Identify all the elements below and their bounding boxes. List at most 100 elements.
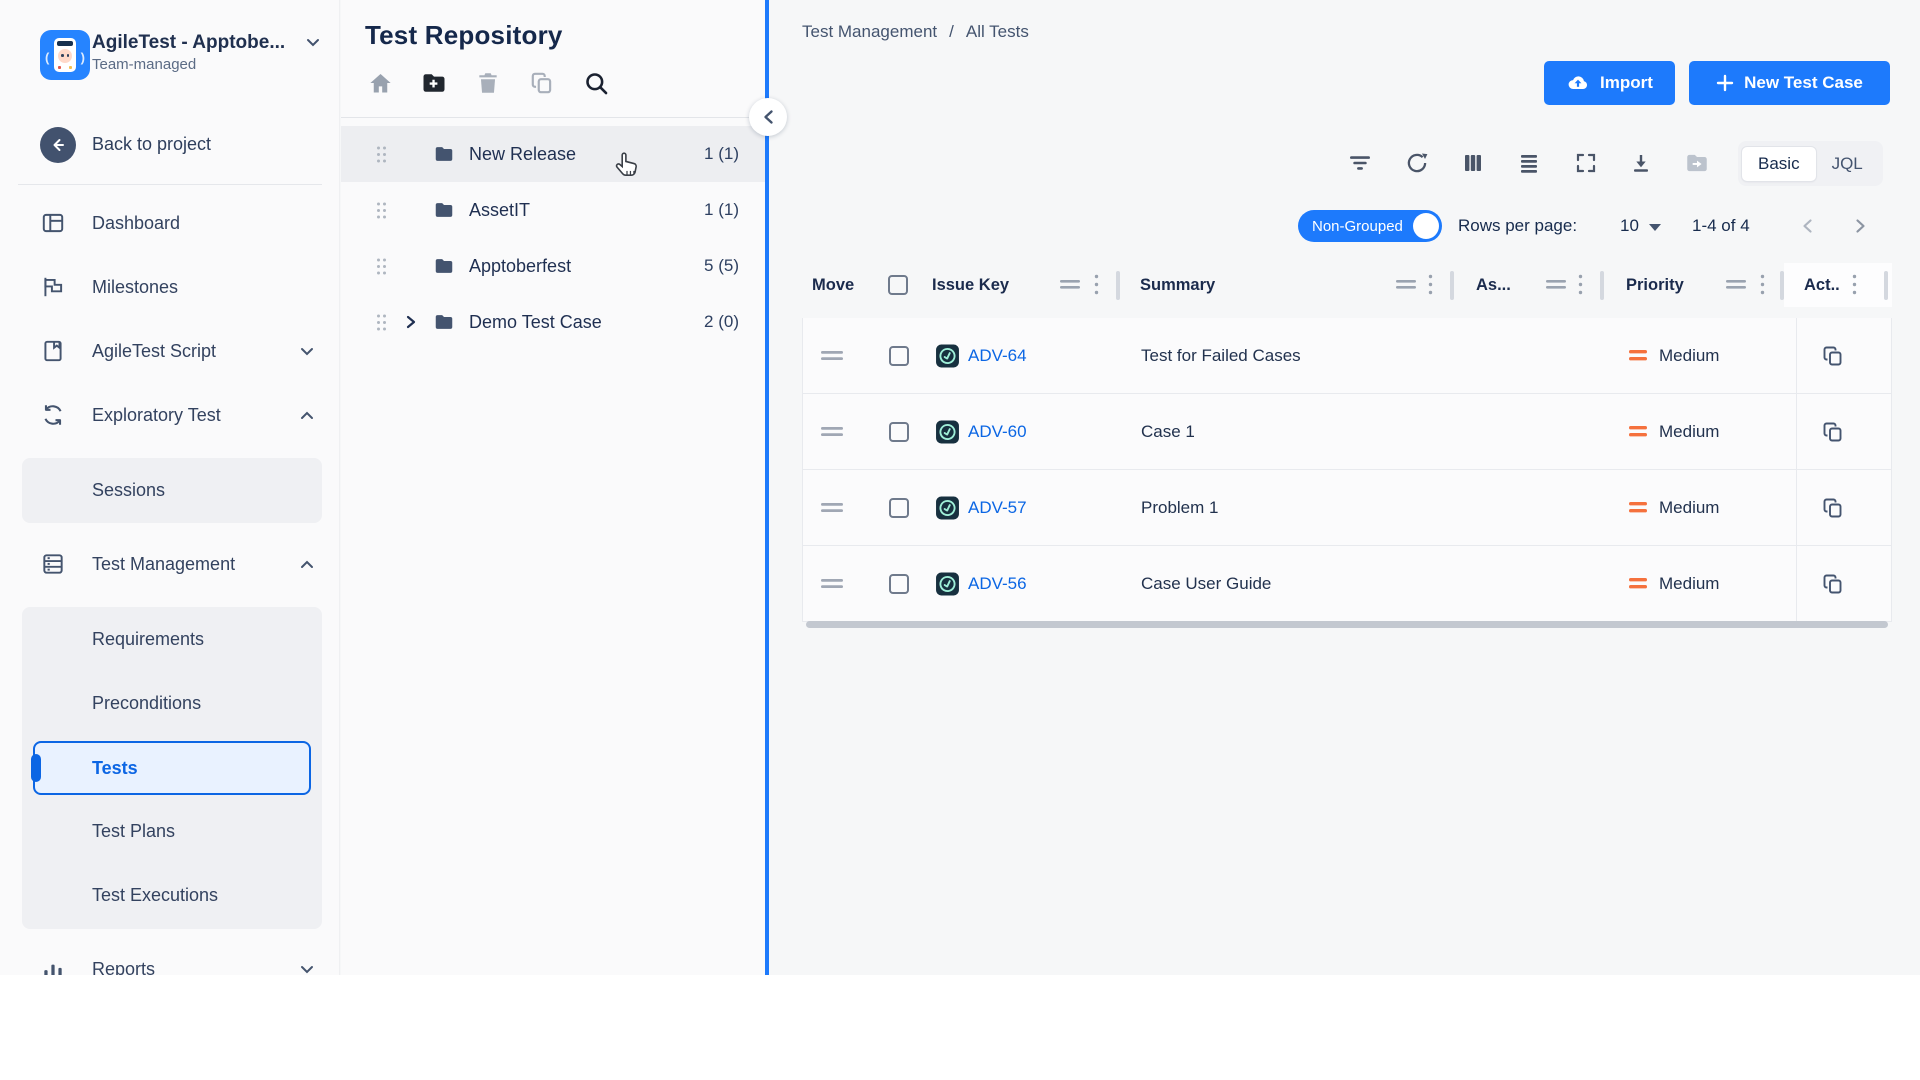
folder-name: New Release (469, 144, 576, 165)
sidebar-item-dashboard[interactable]: Dashboard (0, 200, 340, 246)
column-header-move: Move (812, 263, 854, 307)
row-drag-handle[interactable] (821, 579, 843, 589)
summary-text: Case 1 (1141, 422, 1195, 442)
sidebar-item-preconditions[interactable]: Preconditions (22, 681, 322, 725)
test-case-table: ADV-64 Test for Failed Cases Medium ADV-… (802, 318, 1892, 622)
home-icon[interactable] (365, 68, 395, 98)
column-resize-handle[interactable] (1396, 280, 1416, 290)
row-drag-handle[interactable] (821, 427, 843, 437)
dashboard-icon (40, 210, 66, 236)
priority-medium-icon (1629, 350, 1647, 362)
column-menu-icon[interactable] (1094, 274, 1099, 295)
row-checkbox[interactable] (889, 422, 909, 442)
issue-key-link[interactable]: ADV-64 (968, 346, 1027, 366)
folder-name: Apptoberfest (469, 256, 571, 277)
non-grouped-toggle[interactable]: Non-Grouped (1298, 210, 1442, 242)
sidebar-item-test-management[interactable]: Test Management (0, 541, 340, 587)
horizontal-scrollbar[interactable] (806, 621, 1888, 628)
issue-key-link[interactable]: ADV-60 (968, 422, 1027, 442)
folder-row-assetit[interactable]: AssetIT 1 (1) (341, 182, 765, 238)
issue-key-link[interactable]: ADV-57 (968, 498, 1027, 518)
column-menu-icon[interactable] (1428, 274, 1433, 295)
rows-per-page-value[interactable]: 10 (1620, 216, 1639, 236)
drag-handle-icon[interactable] (375, 257, 388, 276)
chevron-down-icon[interactable] (300, 965, 314, 974)
drag-handle-icon[interactable] (375, 201, 388, 220)
breadcrumb-parent[interactable]: Test Management (802, 22, 937, 42)
sidebar-item-sessions[interactable]: Sessions (22, 468, 322, 512)
folder-icon (433, 143, 455, 165)
bottom-band (0, 975, 1920, 1080)
column-resize-handle[interactable] (1726, 280, 1746, 290)
table-row: ADV-64 Test for Failed Cases Medium (803, 318, 1891, 394)
row-checkbox[interactable] (889, 574, 909, 594)
prev-page-button[interactable] (1789, 208, 1825, 244)
row-density-icon[interactable] (1511, 145, 1547, 181)
priority-label: Medium (1659, 574, 1719, 594)
column-menu-icon[interactable] (1852, 274, 1857, 295)
column-menu-icon[interactable] (1760, 274, 1765, 295)
copy-icon[interactable] (527, 68, 557, 98)
filter-icon[interactable] (1342, 145, 1378, 181)
clone-icon[interactable] (1821, 496, 1845, 520)
export-icon[interactable] (1623, 145, 1659, 181)
folder-row-new-release[interactable]: New Release 1 (1) (341, 126, 765, 182)
chevron-down-icon[interactable] (306, 38, 320, 47)
basic-mode-tab[interactable]: Basic (1742, 147, 1816, 181)
refresh-icon[interactable] (1399, 145, 1435, 181)
sidebar-item-milestones[interactable]: Milestones (0, 264, 340, 310)
rows-per-page-caret-icon[interactable] (1649, 224, 1661, 231)
back-arrow-icon (40, 127, 76, 163)
back-to-project[interactable]: Back to project (0, 122, 340, 170)
row-drag-handle[interactable] (821, 351, 843, 361)
drag-handle-icon[interactable] (375, 313, 388, 332)
add-folder-icon[interactable] (419, 68, 449, 98)
row-checkbox[interactable] (889, 346, 909, 366)
sidebar-item-tests-selected[interactable]: Tests (33, 741, 311, 795)
folder-row-apptoberfest[interactable]: Apptoberfest 5 (5) (341, 238, 765, 294)
collapse-panel-button[interactable] (749, 98, 787, 136)
select-all-checkbox[interactable] (888, 275, 908, 295)
clone-icon[interactable] (1821, 572, 1845, 596)
project-switcher[interactable]: ( ) AgileTest - Apptobe... Team-managed (0, 24, 340, 100)
new-test-case-button[interactable]: New Test Case (1689, 61, 1890, 105)
jql-mode-tab[interactable]: JQL (1816, 147, 1879, 181)
test-repository-panel: Test Repository New Release (341, 0, 765, 975)
clone-icon[interactable] (1821, 420, 1845, 444)
row-checkbox[interactable] (889, 498, 909, 518)
new-test-case-label: New Test Case (1744, 73, 1863, 93)
sidebar-item-agiletest-script[interactable]: AgileTest Script (0, 328, 340, 374)
folder-row-demo-test-case[interactable]: Demo Test Case 2 (0) (341, 294, 765, 350)
issue-key-link[interactable]: ADV-56 (968, 574, 1027, 594)
folder-name: AssetIT (469, 200, 530, 221)
move-to-folder-icon[interactable] (1679, 145, 1715, 181)
next-page-button[interactable] (1842, 208, 1878, 244)
sidebar-item-test-executions[interactable]: Test Executions (22, 873, 322, 917)
clone-icon[interactable] (1821, 344, 1845, 368)
expand-chevron-icon[interactable] (388, 315, 433, 329)
sidebar-item-requirements[interactable]: Requirements (22, 617, 322, 661)
folder-tree: New Release 1 (1) AssetIT 1 (1) Apptober (341, 126, 765, 350)
sidebar-item-test-plans[interactable]: Test Plans (22, 809, 322, 853)
column-resize-handle[interactable] (1546, 280, 1566, 290)
trash-icon[interactable] (473, 68, 503, 98)
breadcrumb-current[interactable]: All Tests (966, 22, 1029, 42)
import-button[interactable]: Import (1544, 61, 1675, 105)
milestones-icon (40, 274, 66, 300)
pagination-range: 1-4 of 4 (1692, 216, 1750, 236)
column-menu-icon[interactable] (1578, 274, 1583, 295)
folder-count: 2 (0) (704, 312, 739, 332)
chevron-down-icon[interactable] (300, 347, 314, 356)
sidebar-item-label: Milestones (92, 277, 178, 298)
repo-toolbar (365, 68, 611, 98)
drag-handle-icon[interactable] (375, 145, 388, 164)
sidebar-item-exploratory-test[interactable]: Exploratory Test (0, 392, 340, 438)
fullscreen-icon[interactable] (1568, 145, 1604, 181)
chevron-up-icon[interactable] (300, 411, 314, 420)
chevron-up-icon[interactable] (300, 560, 314, 569)
column-resize-handle[interactable] (1060, 280, 1080, 290)
columns-icon[interactable] (1455, 145, 1491, 181)
folder-icon (433, 199, 455, 221)
row-drag-handle[interactable] (821, 503, 843, 513)
search-icon[interactable] (581, 68, 611, 98)
